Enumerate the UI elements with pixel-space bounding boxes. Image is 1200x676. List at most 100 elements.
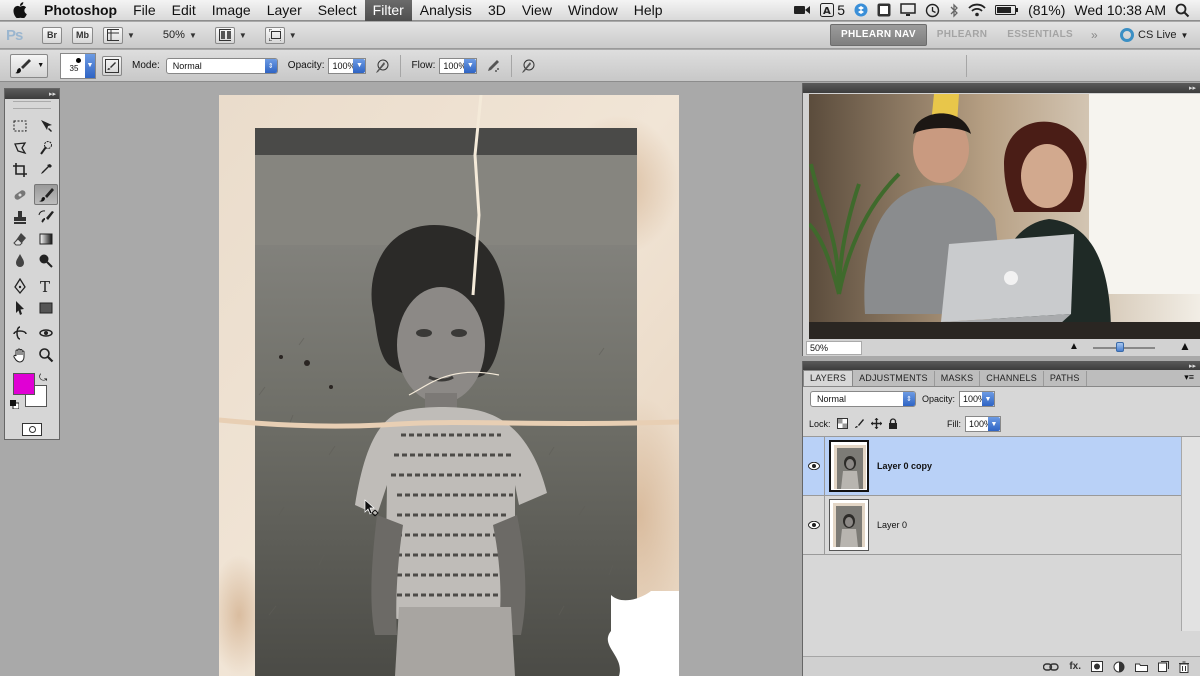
screen-mode-button[interactable]	[264, 26, 285, 44]
layer-name[interactable]: Layer 0	[877, 520, 907, 530]
airbrush-button[interactable]	[483, 56, 503, 76]
chevron-down-icon[interactable]: ▼	[353, 58, 366, 73]
chevron-down-icon[interactable]: ▼	[988, 417, 1000, 431]
menu-select[interactable]: Select	[310, 0, 365, 21]
toggle-brush-panel-button[interactable]	[102, 55, 122, 76]
flow-field[interactable]: 100% ▼	[439, 57, 478, 74]
zoom-in-icon[interactable]: ▲	[1179, 339, 1191, 353]
arrange-documents-button[interactable]	[214, 26, 235, 44]
brush-tool[interactable]	[34, 184, 58, 205]
fill-field[interactable]: 100% ▼	[965, 416, 1001, 432]
layer-thumbnail[interactable]	[829, 440, 869, 492]
display-mirror-icon[interactable]	[877, 3, 891, 17]
panel-grip[interactable]	[13, 101, 51, 109]
workspace-phlearn[interactable]: PHLEARN	[927, 25, 997, 45]
new-layer-icon[interactable]	[1158, 661, 1169, 672]
menu-help[interactable]: Help	[626, 0, 671, 21]
battery-icon[interactable]	[995, 4, 1019, 16]
tools-panel-header[interactable]: ▸▸	[5, 89, 59, 99]
tab-adjustments[interactable]: ADJUSTMENTS	[853, 371, 935, 386]
foreground-color-swatch[interactable]	[13, 373, 35, 395]
eyedropper-tool[interactable]	[34, 159, 58, 180]
menu-edit[interactable]: Edit	[164, 0, 204, 21]
tab-masks[interactable]: MASKS	[935, 371, 981, 386]
3d-orbit-tool[interactable]	[34, 322, 58, 343]
layer-row-layer-0[interactable]: Layer 0	[803, 495, 1181, 555]
opacity-field[interactable]: 100% ▼	[328, 57, 367, 74]
zoom-out-icon[interactable]: ▲	[1069, 341, 1079, 352]
quick-mask-button[interactable]	[22, 423, 42, 436]
tab-layers[interactable]: LAYERS	[803, 370, 854, 386]
tab-paths[interactable]: PATHS	[1044, 371, 1087, 386]
hand-tool[interactable]	[8, 344, 32, 365]
layer-row-layer-0-copy[interactable]: Layer 0 copy	[803, 436, 1181, 496]
tool-preset-picker[interactable]: ▼	[10, 53, 48, 78]
zoom-level-select[interactable]: 50% ▼	[163, 29, 197, 41]
lock-position-icon[interactable]	[870, 418, 882, 429]
menu-layer[interactable]: Layer	[259, 0, 310, 21]
navigator-zoom-field[interactable]: 50%	[806, 340, 862, 355]
adobe-updates-icon[interactable]: A 5	[820, 2, 845, 18]
crop-tool[interactable]	[8, 159, 32, 180]
layer-visibility-eye-icon[interactable]	[803, 436, 825, 496]
3d-rotate-tool[interactable]	[8, 322, 32, 343]
menu-analysis[interactable]: Analysis	[412, 0, 480, 21]
lasso-tool[interactable]	[8, 137, 32, 158]
more-workspaces-icon[interactable]: »	[1083, 28, 1106, 42]
layers-scrollbar[interactable]	[1181, 437, 1200, 631]
swap-colors-icon[interactable]: ⤿	[39, 373, 47, 384]
document-canvas[interactable]	[219, 95, 679, 676]
lock-all-icon[interactable]	[888, 418, 898, 429]
tablet-pressure-size-button[interactable]	[518, 56, 538, 76]
move-tool[interactable]	[34, 115, 58, 136]
launch-mini-bridge-button[interactable]: Mb	[72, 26, 93, 44]
default-colors-icon[interactable]	[10, 400, 19, 409]
tab-channels[interactable]: CHANNELS	[980, 371, 1044, 386]
delete-layer-icon[interactable]	[1179, 661, 1189, 673]
blur-tool[interactable]	[8, 250, 32, 271]
type-tool[interactable]: T	[34, 275, 58, 296]
menu-file[interactable]: File	[125, 0, 164, 21]
chevron-down-icon[interactable]: ▼	[239, 31, 247, 40]
layer-thumbnail[interactable]	[829, 499, 869, 551]
chevron-down-icon[interactable]: ▼	[982, 392, 995, 406]
link-layers-icon[interactable]	[1043, 662, 1060, 672]
chevron-down-icon[interactable]: ▼	[464, 58, 477, 73]
menu-3d[interactable]: 3D	[480, 0, 514, 21]
blend-mode-select[interactable]: Normal ⇕	[165, 57, 278, 74]
wifi-icon[interactable]	[968, 3, 986, 17]
menubar-clock[interactable]: Wed 10:38 AM	[1074, 2, 1166, 18]
eraser-tool[interactable]	[8, 228, 32, 249]
dodge-tool[interactable]	[34, 250, 58, 271]
workspace-phlearn-nav[interactable]: PHLEARN NAV	[830, 24, 927, 46]
spot-healing-tool[interactable]	[8, 184, 32, 205]
layer-opacity-field[interactable]: 100% ▼	[959, 391, 996, 407]
navigator-panel-header[interactable]: ▸▸	[803, 83, 1200, 93]
layer-blend-mode-select[interactable]: Normal ⇕	[810, 391, 916, 407]
apple-menu-icon[interactable]	[0, 2, 40, 18]
panel-menu-icon[interactable]: ▾≡	[1184, 372, 1194, 383]
display-icon[interactable]	[900, 3, 916, 17]
bluetooth-icon[interactable]	[949, 2, 959, 18]
collapse-icon[interactable]: ▸▸	[49, 90, 56, 98]
gradient-tool[interactable]	[34, 228, 58, 249]
new-adjustment-layer-icon[interactable]	[1113, 661, 1125, 673]
time-machine-icon[interactable]	[925, 3, 940, 18]
menu-window[interactable]: Window	[560, 0, 626, 21]
new-group-icon[interactable]	[1135, 662, 1148, 672]
pen-tool[interactable]	[8, 275, 32, 296]
navigator-zoom-slider[interactable]	[1093, 347, 1155, 349]
spotlight-search-icon[interactable]	[1175, 3, 1190, 18]
menu-photoshop[interactable]: Photoshop	[40, 0, 125, 21]
dropbox-icon[interactable]	[854, 3, 868, 17]
add-layer-mask-icon[interactable]	[1091, 661, 1103, 672]
collapse-icon[interactable]: ▸▸	[1189, 362, 1196, 370]
layer-name[interactable]: Layer 0 copy	[877, 461, 932, 471]
video-camera-icon[interactable]	[793, 4, 811, 16]
chevron-down-icon[interactable]: ▼	[127, 31, 135, 40]
lock-pixels-icon[interactable]	[854, 418, 865, 429]
brush-preset-picker[interactable]: 35 ▼	[60, 52, 96, 79]
layer-style-icon[interactable]: fx.	[1069, 661, 1081, 672]
collapse-icon[interactable]: ▸▸	[1189, 84, 1196, 92]
view-extras-button[interactable]	[103, 26, 123, 44]
